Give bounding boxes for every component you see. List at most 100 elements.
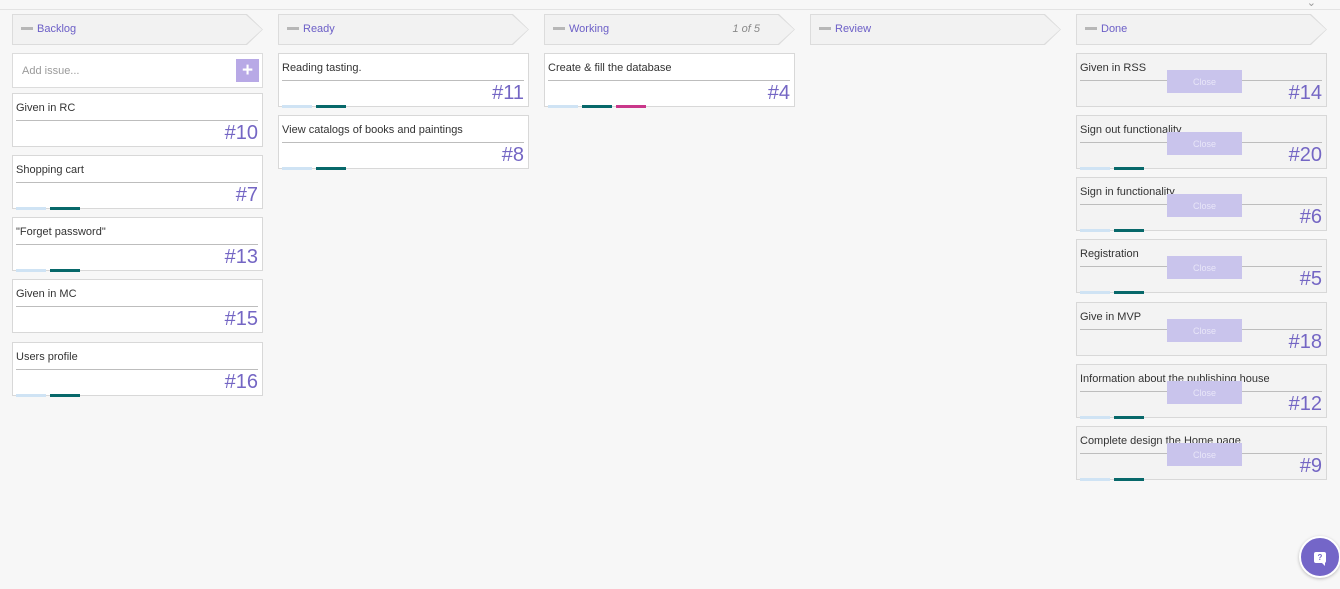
divider <box>548 80 790 81</box>
card-number: #9 <box>1299 455 1322 477</box>
column-review: Review <box>810 14 1061 45</box>
card-title: Registration <box>1080 248 1139 260</box>
close-button[interactable]: Close <box>1167 381 1242 404</box>
column-title[interactable]: Done <box>1101 23 1127 35</box>
card-number: #11 <box>492 82 524 104</box>
tag-bar <box>1080 167 1110 170</box>
chat-bubble-icon: ? <box>1314 551 1326 566</box>
card-title: View catalogs of books and paintings <box>282 124 463 136</box>
tag-bar <box>616 105 646 108</box>
issue-card[interactable]: "Forget password" #13 <box>12 217 263 272</box>
card-number: #16 <box>224 371 258 393</box>
card-title: Users profile <box>16 351 78 363</box>
column-ready: Ready Reading tasting. #11 View catalogs… <box>278 14 529 170</box>
column-header: Backlog <box>12 14 263 45</box>
card-number: #18 <box>1288 331 1322 353</box>
tag-bar <box>1114 167 1144 170</box>
card-number: #6 <box>1299 206 1322 228</box>
column-title[interactable]: Review <box>835 23 871 35</box>
card-number: #12 <box>1288 393 1322 415</box>
tag-bar <box>1080 478 1110 481</box>
column-title[interactable]: Ready <box>303 23 335 35</box>
card-title: Reading tasting. <box>282 62 362 74</box>
tag-bar <box>1114 416 1144 419</box>
column-header: Done <box>1076 14 1327 45</box>
column-title[interactable]: Working <box>569 23 609 35</box>
issue-card[interactable]: Create & fill the database #4 <box>544 53 795 108</box>
collapse-icon[interactable] <box>287 27 299 30</box>
collapse-icon[interactable] <box>553 27 565 30</box>
column-title[interactable]: Backlog <box>37 23 76 35</box>
divider <box>16 182 258 183</box>
divider <box>16 369 258 370</box>
tag-bar <box>316 167 346 170</box>
card-number: #7 <box>235 184 258 206</box>
tag-bar <box>1080 229 1110 232</box>
tag-bar <box>1080 416 1110 419</box>
column-header: Review <box>810 14 1061 45</box>
wip-limit: 1 of 5 <box>732 23 760 35</box>
column-header: Ready <box>278 14 529 45</box>
close-button[interactable]: Close <box>1167 70 1242 93</box>
tag-bar <box>1114 229 1144 232</box>
close-button[interactable]: Close <box>1167 132 1242 155</box>
card-title: Given in MC <box>16 288 77 300</box>
add-issue-button[interactable]: + <box>236 59 259 82</box>
tag-bar <box>1114 291 1144 294</box>
divider <box>16 120 258 121</box>
close-button[interactable]: Close <box>1167 194 1242 217</box>
issue-card[interactable]: Reading tasting. #11 <box>278 53 529 108</box>
issue-card[interactable]: Given in RSS #14 Close <box>1076 53 1327 107</box>
card-number: #8 <box>501 144 524 166</box>
issue-card[interactable]: Given in MC #15 <box>12 279 263 333</box>
add-issue-form: + <box>12 53 263 88</box>
tag-bar <box>1080 291 1110 294</box>
issue-card[interactable]: Users profile #16 <box>12 342 263 397</box>
tag-bar <box>316 105 346 108</box>
collapse-icon[interactable] <box>1085 27 1097 30</box>
tag-bar <box>548 105 578 108</box>
help-chat-button[interactable]: ? <box>1299 536 1340 578</box>
issue-card[interactable]: Information about the publishing house #… <box>1076 364 1327 419</box>
card-title: "Forget password" <box>16 226 106 238</box>
top-divider <box>0 9 1340 10</box>
close-button[interactable]: Close <box>1167 443 1242 466</box>
collapse-icon[interactable] <box>21 27 33 30</box>
issue-card[interactable]: Registration #5 Close <box>1076 239 1327 294</box>
close-button[interactable]: Close <box>1167 319 1242 342</box>
issue-card[interactable]: Given in RC #10 <box>12 93 263 147</box>
card-number: #15 <box>224 308 258 330</box>
tag-bar <box>16 394 46 397</box>
tag-bar <box>50 269 80 272</box>
chevron-down-icon[interactable]: ⌄ <box>1307 0 1316 9</box>
add-issue-input[interactable] <box>17 58 234 84</box>
collapse-icon[interactable] <box>819 27 831 30</box>
card-title: Sign in functionality <box>1080 186 1175 198</box>
card-number: #4 <box>767 82 790 104</box>
column-header: Working 1 of 5 <box>544 14 795 45</box>
card-title: Give in MVP <box>1080 311 1142 323</box>
tag-bar <box>1114 478 1144 481</box>
close-button[interactable]: Close <box>1167 256 1242 279</box>
issue-card[interactable]: Shopping cart #7 <box>12 155 263 210</box>
tag-bar <box>50 394 80 397</box>
card-title: Create & fill the database <box>548 62 672 74</box>
issue-card[interactable]: Sign out functionality #20 Close <box>1076 115 1327 170</box>
card-title: Shopping cart <box>16 164 84 176</box>
issue-card[interactable]: Complete design the Home page #9 Close <box>1076 426 1327 481</box>
card-number: #20 <box>1288 144 1322 166</box>
card-number: #14 <box>1288 82 1322 104</box>
column-done: Done Given in RSS #14 Close Sign out fun… <box>1076 14 1327 481</box>
divider <box>282 142 524 143</box>
card-number: #10 <box>224 122 258 144</box>
card-number: #13 <box>224 246 258 268</box>
card-title: Given in RC <box>16 102 76 114</box>
card-number: #5 <box>1299 268 1322 290</box>
tag-bar <box>16 269 46 272</box>
divider <box>16 244 258 245</box>
issue-card[interactable]: Give in MVP #18 Close <box>1076 302 1327 356</box>
issue-card[interactable]: View catalogs of books and paintings #8 <box>278 115 529 170</box>
divider <box>282 80 524 81</box>
issue-card[interactable]: Sign in functionality #6 Close <box>1076 177 1327 232</box>
column-backlog: Backlog + Given in RC #10 Shopping cart … <box>12 14 263 397</box>
